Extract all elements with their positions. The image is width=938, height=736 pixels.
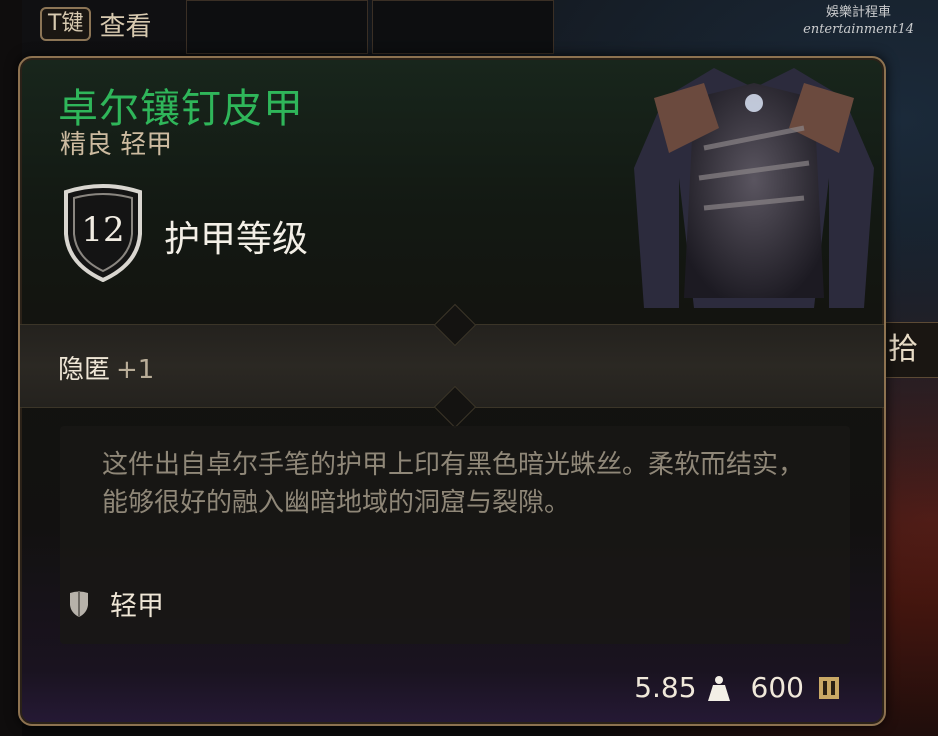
- band-notch-bottom: [433, 385, 477, 429]
- weight-value: 5.85: [634, 671, 697, 704]
- armor-class-label: 护甲等级: [164, 219, 309, 260]
- item-tooltip: 卓尔镶钉皮甲 精良 轻甲 12 护甲等级 隐匿 +1 这件出自卓尔手笔的护甲上印有…: [18, 56, 886, 726]
- price-value: 600: [750, 671, 804, 704]
- inventory-slot: [186, 0, 368, 54]
- band-notch-top: [433, 303, 477, 347]
- armor-class-value: 12: [81, 210, 125, 250]
- inspect-hint[interactable]: T键 查看: [40, 2, 151, 46]
- item-footer: 5.85 600: [634, 671, 840, 704]
- stealth-stat: 隐匿 +1: [58, 349, 154, 386]
- armor-category: 轻甲: [68, 584, 164, 623]
- stat-bonus: +1: [116, 355, 155, 385]
- light-armor-icon: [70, 590, 88, 617]
- stat-label: 隐匿: [58, 355, 111, 385]
- gold-coin-icon: [819, 676, 839, 699]
- watermark: 娛樂計程車 entertainment14: [803, 4, 914, 38]
- keybind-badge: T键: [40, 7, 92, 41]
- inspect-label: 查看: [99, 11, 152, 42]
- item-description: 这件出自卓尔手笔的护甲上印有黑色暗光蛛丝。柔软而结实，能够很好的融入幽暗地域的洞…: [102, 450, 805, 518]
- weight-icon: [707, 675, 730, 701]
- stat-band: 隐匿 +1: [20, 303, 884, 429]
- pickup-button[interactable]: 拾取: [882, 322, 938, 378]
- watermark-line-2: entertainment14: [803, 22, 914, 37]
- description-box: 这件出自卓尔手笔的护甲上印有黑色暗光蛛丝。柔软而结实，能够很好的融入幽暗地域的洞…: [60, 426, 850, 644]
- item-rarity-type: 精良 轻甲: [60, 130, 173, 160]
- inventory-slot: [372, 0, 554, 54]
- watermark-line-1: 娛樂計程車: [826, 5, 892, 20]
- armor-category-label: 轻甲: [110, 591, 164, 622]
- armor-image: [634, 68, 874, 308]
